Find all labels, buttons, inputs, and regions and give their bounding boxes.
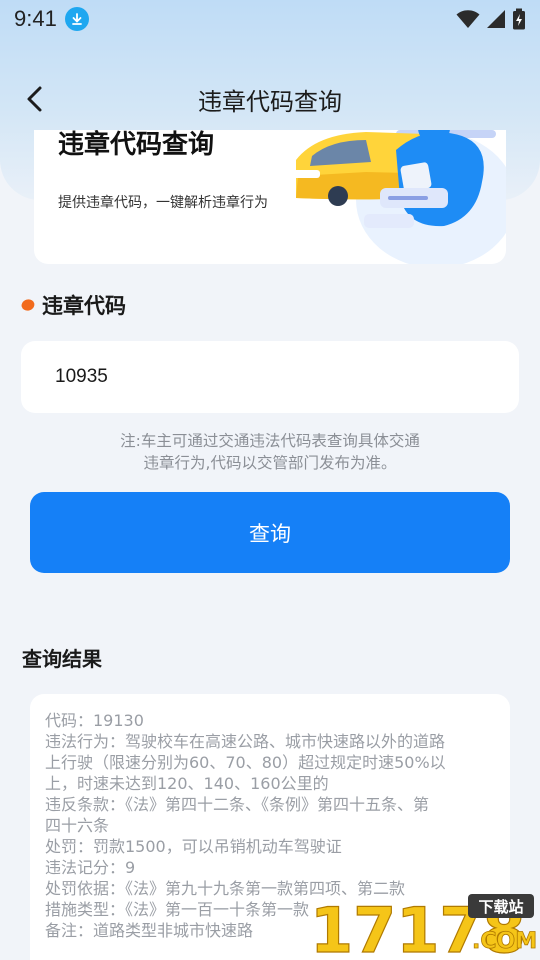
code-section-header: 违章代码 [19,290,126,320]
result-line: 上行驶（限速分别为60、70、80）超过规定时速50%以 [45,753,446,772]
result-line: 违法行为：驾驶校车在高速公路、城市快速路以外的道路 [45,732,446,751]
battery-charging-icon [513,8,525,30]
page-title: 违章代码查询 [198,87,342,116]
note-line: 注:车主可通过交通违法代码表查询具体交通 [120,432,420,450]
result-line: 违法记分：9 [45,858,136,877]
watermark-logo: 17178 下载站 .COM [309,893,537,958]
banner-subtitle: 提供违章代码，一键解析违章行为 [58,195,268,211]
note-line: 违章行为,代码以交管部门发布为准。 [143,454,397,472]
watermark-tag: 下载站 [478,898,523,916]
results-title: 查询结果 [22,647,102,671]
status-bar: 9:41 [0,0,540,38]
result-line: 代码：19130 [45,711,144,730]
result-line: 违反条款：《法》第四十二条、《条例》第四十五条、第 [45,795,430,814]
section-dot-icon [19,296,37,314]
result-line: 处罚：罚款1500，可以吊销机动车驾驶证 [45,837,342,856]
chevron-left-icon [27,86,42,112]
result-line: 四十六条 [45,816,110,835]
watermark-domain: .COM [472,929,537,954]
query-button[interactable]: 查询 [30,492,510,573]
car-illustration [290,130,506,264]
banner-card: 违章代码查询 提供违章代码，一键解析违章行为 [34,130,506,264]
code-section-title: 违章代码 [42,294,126,318]
wifi-icon [456,10,480,28]
status-icons [456,8,526,30]
back-button[interactable] [18,82,52,116]
download-icon [64,7,89,31]
nav-bar: 违章代码查询 [0,72,540,126]
query-note: 注:车主可通过交通违法代码表查询具体交通 违章行为,代码以交管部门发布为准。 [60,430,480,474]
status-time: 9:41 [14,6,57,31]
signal-icon [487,10,505,28]
banner-title: 违章代码查询 [58,130,215,160]
code-input[interactable] [21,341,519,413]
result-line: 上，时速未达到120、140、160公里的 [45,774,329,793]
